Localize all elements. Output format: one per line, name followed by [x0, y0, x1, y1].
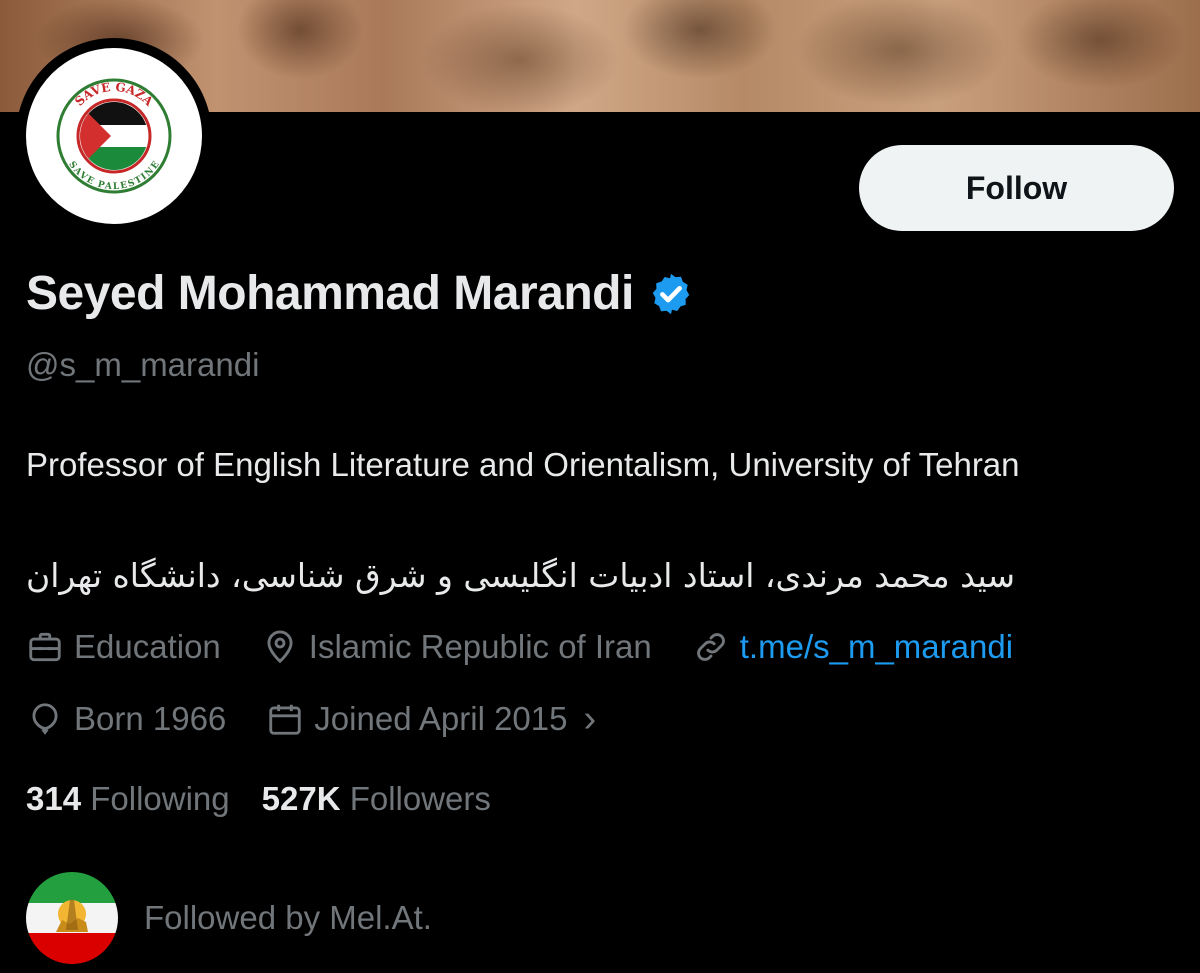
meta-category-label: Education	[74, 628, 221, 665]
profile-avatar[interactable]: SAVE GAZA SAVE PALESTINE	[16, 38, 212, 234]
profile-bio-persian: سید محمد مرندی، استاد ادبیات انگلیسی و ش…	[26, 556, 1016, 595]
meta-born-label: Born 1966	[74, 700, 227, 737]
meta-joined-label[interactable]: Joined April 2015	[314, 700, 567, 738]
profile-meta-row-2: Born 1966 Joined April 2015 ›	[26, 700, 636, 738]
follow-button[interactable]: Follow	[859, 145, 1174, 231]
location-pin-icon	[267, 630, 293, 664]
link-icon	[696, 633, 725, 661]
briefcase-icon	[29, 632, 61, 662]
meta-joined[interactable]: Joined April 2015 ›	[266, 700, 596, 738]
follower-avatar[interactable]	[26, 872, 118, 964]
following-label: Following	[90, 780, 230, 817]
followed-by[interactable]: Followed by Mel.At.	[26, 872, 432, 964]
verified-badge-icon[interactable]	[648, 271, 694, 317]
followers-stat[interactable]: 527K Followers	[262, 780, 491, 818]
profile-handle: @s_m_marandi	[26, 346, 260, 383]
following-count: 314	[26, 780, 82, 817]
meta-location-label: Islamic Republic of Iran	[308, 628, 652, 665]
meta-born: Born 1966	[26, 700, 226, 738]
calendar-icon	[269, 704, 301, 735]
meta-location: Islamic Republic of Iran	[261, 628, 652, 666]
meta-link[interactable]: t.me/s_m_marandi	[692, 628, 1013, 666]
avatar-logo: SAVE GAZA SAVE PALESTINE	[26, 48, 202, 224]
chevron-right-icon[interactable]: ›	[584, 700, 597, 738]
profile-stats: 314 Following 527K Followers	[26, 780, 523, 818]
following-stat[interactable]: 314 Following	[26, 780, 230, 818]
followed-by-text[interactable]: Followed by Mel.At.	[144, 899, 432, 937]
profile-link[interactable]: t.me/s_m_marandi	[740, 628, 1013, 666]
followers-label: Followers	[349, 780, 491, 817]
followers-count: 527K	[261, 780, 341, 817]
profile-name-row: Seyed Mohammad Marandi	[26, 266, 694, 321]
profile-bio: Professor of English Literature and Orie…	[26, 446, 1020, 483]
meta-category: Education	[26, 628, 221, 666]
profile-name: Seyed Mohammad Marandi	[26, 267, 634, 320]
balloon-icon	[32, 703, 58, 735]
profile-meta-row-1: Education Islamic Republic of Iran t.me/…	[26, 628, 1053, 666]
